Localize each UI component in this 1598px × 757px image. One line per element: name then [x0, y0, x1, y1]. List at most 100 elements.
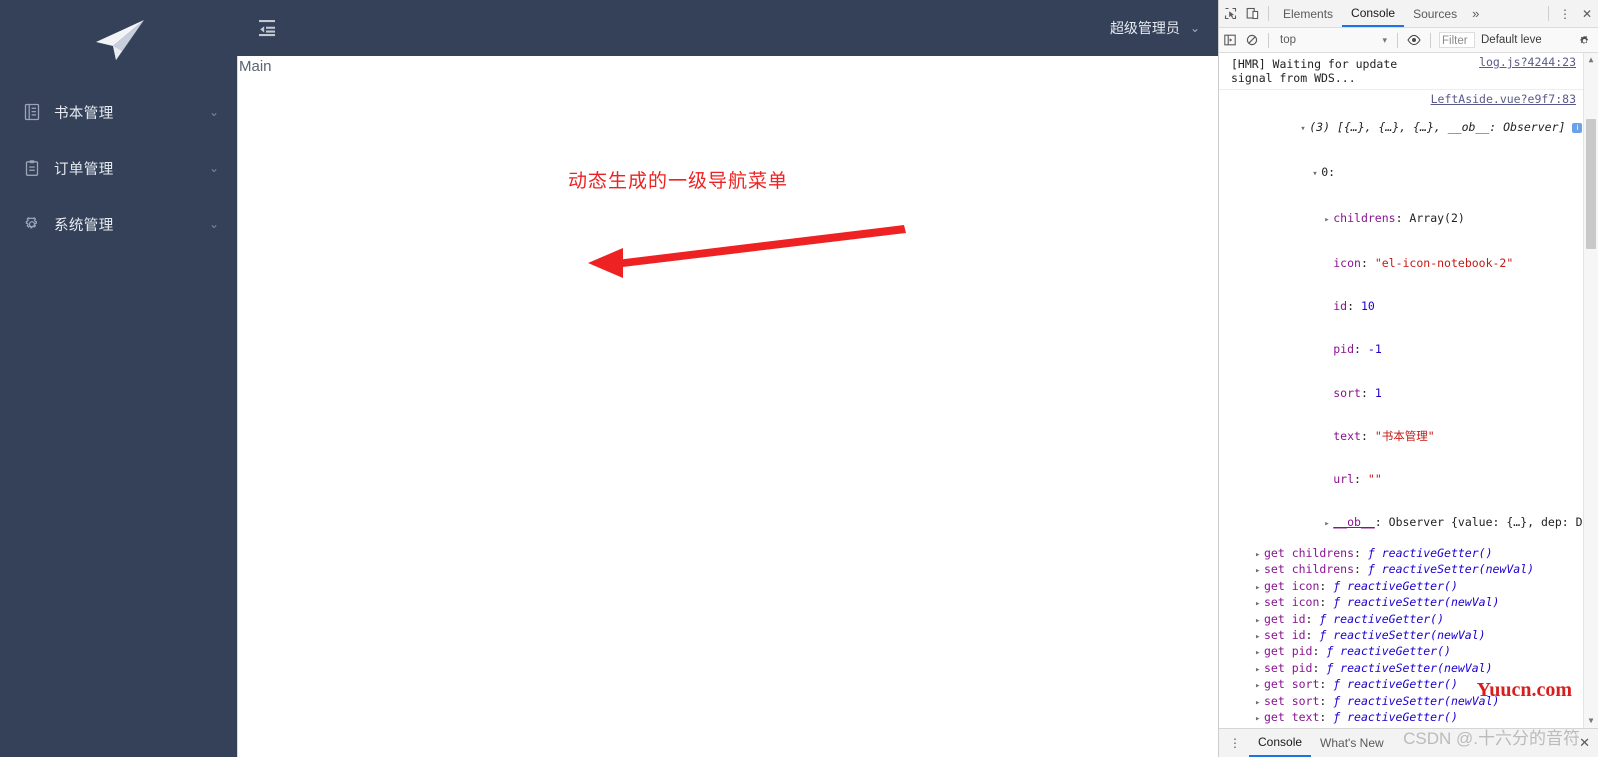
accessor-row-get-pid[interactable]: ▸ get pid: ƒ reactiveGetter() — [1219, 644, 1598, 660]
expand-triangle-icon[interactable]: ▾ — [1312, 167, 1321, 181]
toolbar-divider — [1548, 6, 1549, 21]
log-level-selector[interactable]: Default levels — [1481, 34, 1541, 46]
expand-triangle-icon[interactable]: ▾ — [1300, 122, 1309, 136]
accessor-fn: ƒ reactiveSetter(newVal) — [1367, 562, 1535, 577]
accessor-row-get-text[interactable]: ▸ get text: ƒ reactiveGetter() — [1219, 710, 1598, 726]
accessor-row-set-pid[interactable]: ▸ set pid: ƒ reactiveSetter(newVal) — [1219, 661, 1598, 677]
expand-triangle-icon[interactable]: ▸ — [1255, 679, 1264, 693]
clear-console-icon[interactable] — [1241, 29, 1263, 51]
property-row-childrens[interactable]: ▸ childrens: Array(2) — [1219, 196, 1598, 241]
expand-triangle-icon[interactable]: ▸ — [1255, 597, 1264, 611]
drawer-tab-console[interactable]: Console — [1249, 729, 1312, 757]
property-row-ob[interactable]: ▸ __ob__: Observer {value: {…}, dep: Dep,… — [1219, 501, 1598, 546]
live-expression-icon[interactable] — [1403, 29, 1425, 51]
main-placeholder-label: Main — [239, 58, 272, 75]
sidebar-item-label: 系统管理 — [54, 217, 114, 234]
expand-triangle-icon[interactable]: ▸ — [1255, 663, 1264, 677]
sidebar-item-order-management[interactable]: 订单管理 ⌄ — [0, 140, 237, 196]
accessor-fn: ƒ reactiveGetter() — [1333, 710, 1458, 725]
accessor-kind: get childrens — [1264, 546, 1355, 560]
tab-console[interactable]: Console — [1342, 0, 1405, 27]
info-icon[interactable]: i — [1572, 123, 1583, 134]
console-sidebar-icon[interactable] — [1219, 29, 1241, 51]
array-header-row[interactable]: ▾ (3) [{…}, {…}, {…}, __ob__: Observer] i — [1219, 106, 1598, 151]
array-index-0-row[interactable]: ▾ 0: — [1219, 151, 1598, 196]
filter-input[interactable]: Filter — [1439, 32, 1475, 48]
user-menu[interactable]: 超级管理员 ⌄ — [1110, 18, 1200, 38]
accessor-fn: ƒ reactiveSetter(newVal) — [1333, 726, 1499, 728]
console-scrollbar[interactable]: ▲ ▼ — [1583, 53, 1598, 728]
scroll-down-icon[interactable]: ▼ — [1584, 714, 1598, 728]
annotation-label: 动态生成的一级导航菜单 — [568, 171, 789, 192]
drawer-menu-icon[interactable]: ⋮ — [1219, 736, 1249, 750]
sidebar-item-label: 书本管理 — [54, 105, 114, 122]
accessor-row-get-childrens[interactable]: ▸ get childrens: ƒ reactiveGetter() — [1219, 546, 1598, 562]
close-icon[interactable]: ✕ — [1579, 735, 1598, 751]
accessor-row-set-id[interactable]: ▸ set id: ƒ reactiveSetter(newVal) — [1219, 628, 1598, 644]
expand-triangle-icon[interactable]: ▸ — [1255, 581, 1264, 595]
paper-plane-logo — [95, 20, 144, 60]
accessor-row-set-icon[interactable]: ▸ set icon: ƒ reactiveSetter(newVal) — [1219, 595, 1598, 611]
accessor-row-get-sort[interactable]: ▸ get sort: ƒ reactiveGetter() — [1219, 677, 1598, 693]
scrollbar-thumb[interactable] — [1586, 119, 1596, 249]
expand-triangle-icon[interactable]: ▸ — [1255, 564, 1264, 578]
console-message-hmr: [HMR] Waiting for update signal from WDS… — [1219, 53, 1598, 90]
chevron-down-icon[interactable]: ⌄ — [209, 218, 219, 230]
accessor-kind: get text — [1264, 710, 1320, 725]
property-value: 10 — [1360, 299, 1375, 314]
filterbar-divider — [1268, 32, 1269, 48]
property-key: text — [1333, 428, 1361, 443]
expand-triangle-icon[interactable]: ▸ — [1255, 630, 1264, 644]
logo-container[interactable] — [0, 0, 237, 80]
accessor-kind: get id — [1264, 611, 1306, 626]
sidebar-menu: 书本管理 ⌄ 订单管理 ⌄ 系统管理 ⌄ — [0, 84, 237, 252]
execution-context-selector[interactable]: top ▾ — [1274, 34, 1392, 46]
property-value: Observer {value: {…}, dep: Dep,… — [1388, 515, 1598, 530]
chevron-down-icon[interactable]: ⌄ — [209, 162, 219, 174]
scroll-up-icon[interactable]: ▲ — [1584, 53, 1598, 67]
devtools-menu-icon[interactable]: ⋮ — [1554, 3, 1576, 25]
inspect-element-icon[interactable] — [1219, 3, 1241, 25]
sidebar-item-label: 订单管理 — [54, 161, 114, 178]
main-content: Main 动态生成的一级导航菜单 — [237, 56, 1218, 757]
array-source-link[interactable]: LeftAside.vue?e9f7:83 — [1431, 92, 1576, 106]
filterbar-divider — [1430, 32, 1431, 48]
hmr-source-link[interactable]: log.js?4244:23 — [1479, 55, 1576, 69]
fold-menu-icon[interactable] — [255, 14, 283, 42]
close-icon[interactable]: ✕ — [1576, 3, 1598, 25]
expand-triangle-icon[interactable]: ▸ — [1255, 548, 1264, 562]
accessor-kind: set icon — [1264, 595, 1320, 610]
accessor-row-set-text[interactable]: ▸set text: ƒ reactiveSetter(newVal) — [1219, 726, 1598, 728]
tab-sources[interactable]: Sources — [1404, 1, 1466, 27]
console-output[interactable]: [HMR] Waiting for update signal from WDS… — [1219, 53, 1598, 728]
expand-triangle-icon[interactable]: ▸ — [1324, 213, 1333, 227]
gear-icon[interactable] — [1573, 29, 1595, 51]
expand-triangle-icon[interactable]: ▸ — [1255, 614, 1264, 628]
tab-elements[interactable]: Elements — [1274, 1, 1342, 27]
index-label: 0: — [1321, 165, 1336, 180]
property-key: sort — [1333, 385, 1361, 400]
accessor-fn: ƒ reactiveGetter() — [1367, 546, 1493, 560]
sidebar-item-book-management[interactable]: 书本管理 ⌄ — [0, 84, 237, 140]
accessor-kind: set childrens — [1264, 562, 1355, 577]
drawer-tab-whats-new[interactable]: What's New — [1311, 730, 1393, 757]
accessor-row-get-icon[interactable]: ▸ get icon: ƒ reactiveGetter() — [1219, 579, 1598, 595]
expand-triangle-icon[interactable]: ▸ — [1255, 646, 1264, 660]
more-tabs-icon[interactable]: » — [1466, 6, 1485, 21]
chevron-down-icon: ▾ — [1382, 34, 1387, 45]
expand-triangle-icon[interactable]: ▸ — [1324, 517, 1333, 531]
accessor-row-set-sort[interactable]: ▸ set sort: ƒ reactiveSetter(newVal) — [1219, 694, 1598, 710]
toggle-device-toolbar-icon[interactable] — [1241, 3, 1263, 25]
chevron-down-icon[interactable]: ⌄ — [209, 106, 219, 118]
console-filterbar: top ▾ Filter Default levels — [1219, 28, 1598, 53]
accessor-row-get-id[interactable]: ▸ get id: ƒ reactiveGetter() — [1219, 612, 1598, 628]
clipboard-icon — [22, 158, 42, 178]
devtools-toolbar-right: ⋮ ✕ — [1543, 3, 1598, 25]
expand-triangle-icon[interactable]: ▸ — [1255, 712, 1264, 726]
accessor-fn: ƒ reactiveGetter() — [1319, 611, 1445, 626]
sidebar-item-system-management[interactable]: 系统管理 ⌄ — [0, 196, 237, 252]
devtools-panel: Elements Console Sources » ⋮ ✕ top ▾ Fil… — [1218, 0, 1598, 757]
array-header-text: (3) [{…}, {…}, {…}, __ob__: Observer] — [1309, 120, 1566, 135]
accessor-row-set-childrens[interactable]: ▸ set childrens: ƒ reactiveSetter(newVal) — [1219, 562, 1598, 578]
expand-triangle-icon[interactable]: ▸ — [1255, 696, 1264, 710]
